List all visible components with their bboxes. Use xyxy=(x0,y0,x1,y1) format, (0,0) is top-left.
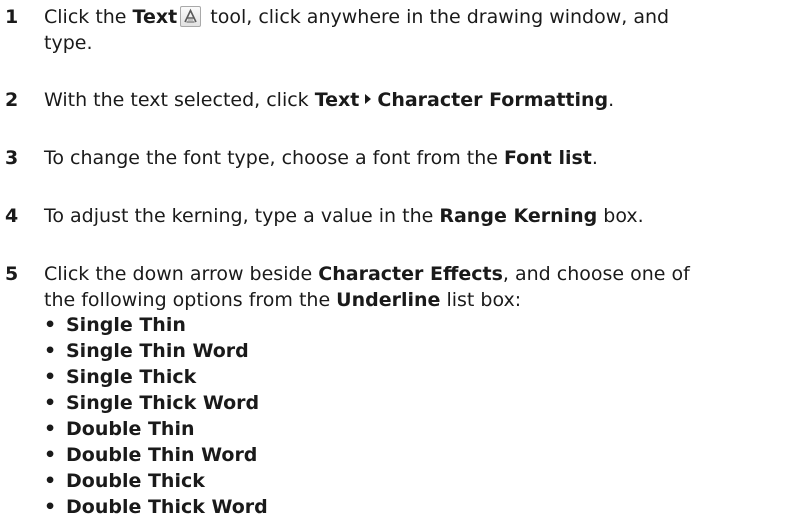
step-number: 2 xyxy=(5,89,19,111)
list-item-label: Double Thin xyxy=(66,418,195,440)
ui-term: Text xyxy=(132,6,178,28)
step-text-segment: the following options from the xyxy=(44,289,337,311)
step-text: To change the font type, choose a font f… xyxy=(44,145,794,171)
bullet-icon: • xyxy=(44,496,57,518)
step-text-segment: type. xyxy=(44,32,93,54)
step-text-segment: With the text selected, click xyxy=(44,89,315,111)
bullet-icon: • xyxy=(44,314,57,336)
bullet-icon: • xyxy=(44,444,57,466)
list-item: • Single Thick xyxy=(44,364,268,390)
step-text: Click the down arrow beside Character Ef… xyxy=(44,261,794,313)
list-item-label: Double Thick xyxy=(66,470,205,492)
step-text-segment: Click the down arrow beside xyxy=(44,263,319,285)
list-item: • Double Thin Word xyxy=(44,442,268,468)
ui-term: Text xyxy=(314,89,360,111)
step-text-segment: To adjust the kerning, type a value in t… xyxy=(44,205,440,227)
submenu-arrow-icon xyxy=(365,94,372,104)
step-number: 4 xyxy=(5,205,19,227)
list-item-label: Single Thin Word xyxy=(66,340,249,362)
list-item: • Single Thin Word xyxy=(44,338,268,364)
step-text-segment: Click the xyxy=(44,6,133,28)
text-tool-icon xyxy=(180,6,202,27)
bullet-icon: • xyxy=(44,366,57,388)
bullet-icon: • xyxy=(44,340,57,362)
list-item: • Double Thin xyxy=(44,416,268,442)
ui-term: Character Effects xyxy=(318,263,503,285)
step-text-segment: list box: xyxy=(440,289,522,311)
list-item: • Single Thin xyxy=(44,312,268,338)
ui-term: Character Formatting xyxy=(377,89,609,111)
list-item-label: Single Thick xyxy=(66,366,197,388)
ui-term: Font list xyxy=(503,147,592,169)
step-text-segment: , and choose one of xyxy=(502,263,690,285)
step-text: With the text selected, click Text Charac… xyxy=(44,87,794,113)
list-item: • Single Thick Word xyxy=(44,390,268,416)
ui-term: Range Kerning xyxy=(439,205,598,227)
underline-options-list: • Single Thin • Single Thin Word • Single T… xyxy=(44,312,268,520)
step-number: 3 xyxy=(5,147,19,169)
bullet-icon: • xyxy=(44,470,57,492)
step-text-segment: box. xyxy=(597,205,644,227)
list-item: • Double Thick Word xyxy=(44,494,268,520)
list-item-label: Double Thin Word xyxy=(66,444,258,466)
list-item-label: Single Thin xyxy=(66,314,186,336)
list-item-label: Single Thick Word xyxy=(66,392,260,414)
step-number: 5 xyxy=(5,263,19,285)
step-text-segment: To change the font type, choose a font f… xyxy=(44,147,504,169)
ui-term: Underline xyxy=(336,289,441,311)
list-item-label: Double Thick Word xyxy=(66,496,268,518)
step-text-segment: tool, click anywhere in the drawing wind… xyxy=(204,6,670,28)
step-text-segment: . xyxy=(608,89,615,111)
step-text-segment: . xyxy=(591,147,598,169)
list-item: • Double Thick xyxy=(44,468,268,494)
step-text: To adjust the kerning, type a value in t… xyxy=(44,203,794,229)
step-text: Click the Text tool, click anywhere in t… xyxy=(44,4,794,56)
step-number: 1 xyxy=(5,6,19,28)
bullet-icon: • xyxy=(44,418,57,440)
bullet-icon: • xyxy=(44,392,57,414)
